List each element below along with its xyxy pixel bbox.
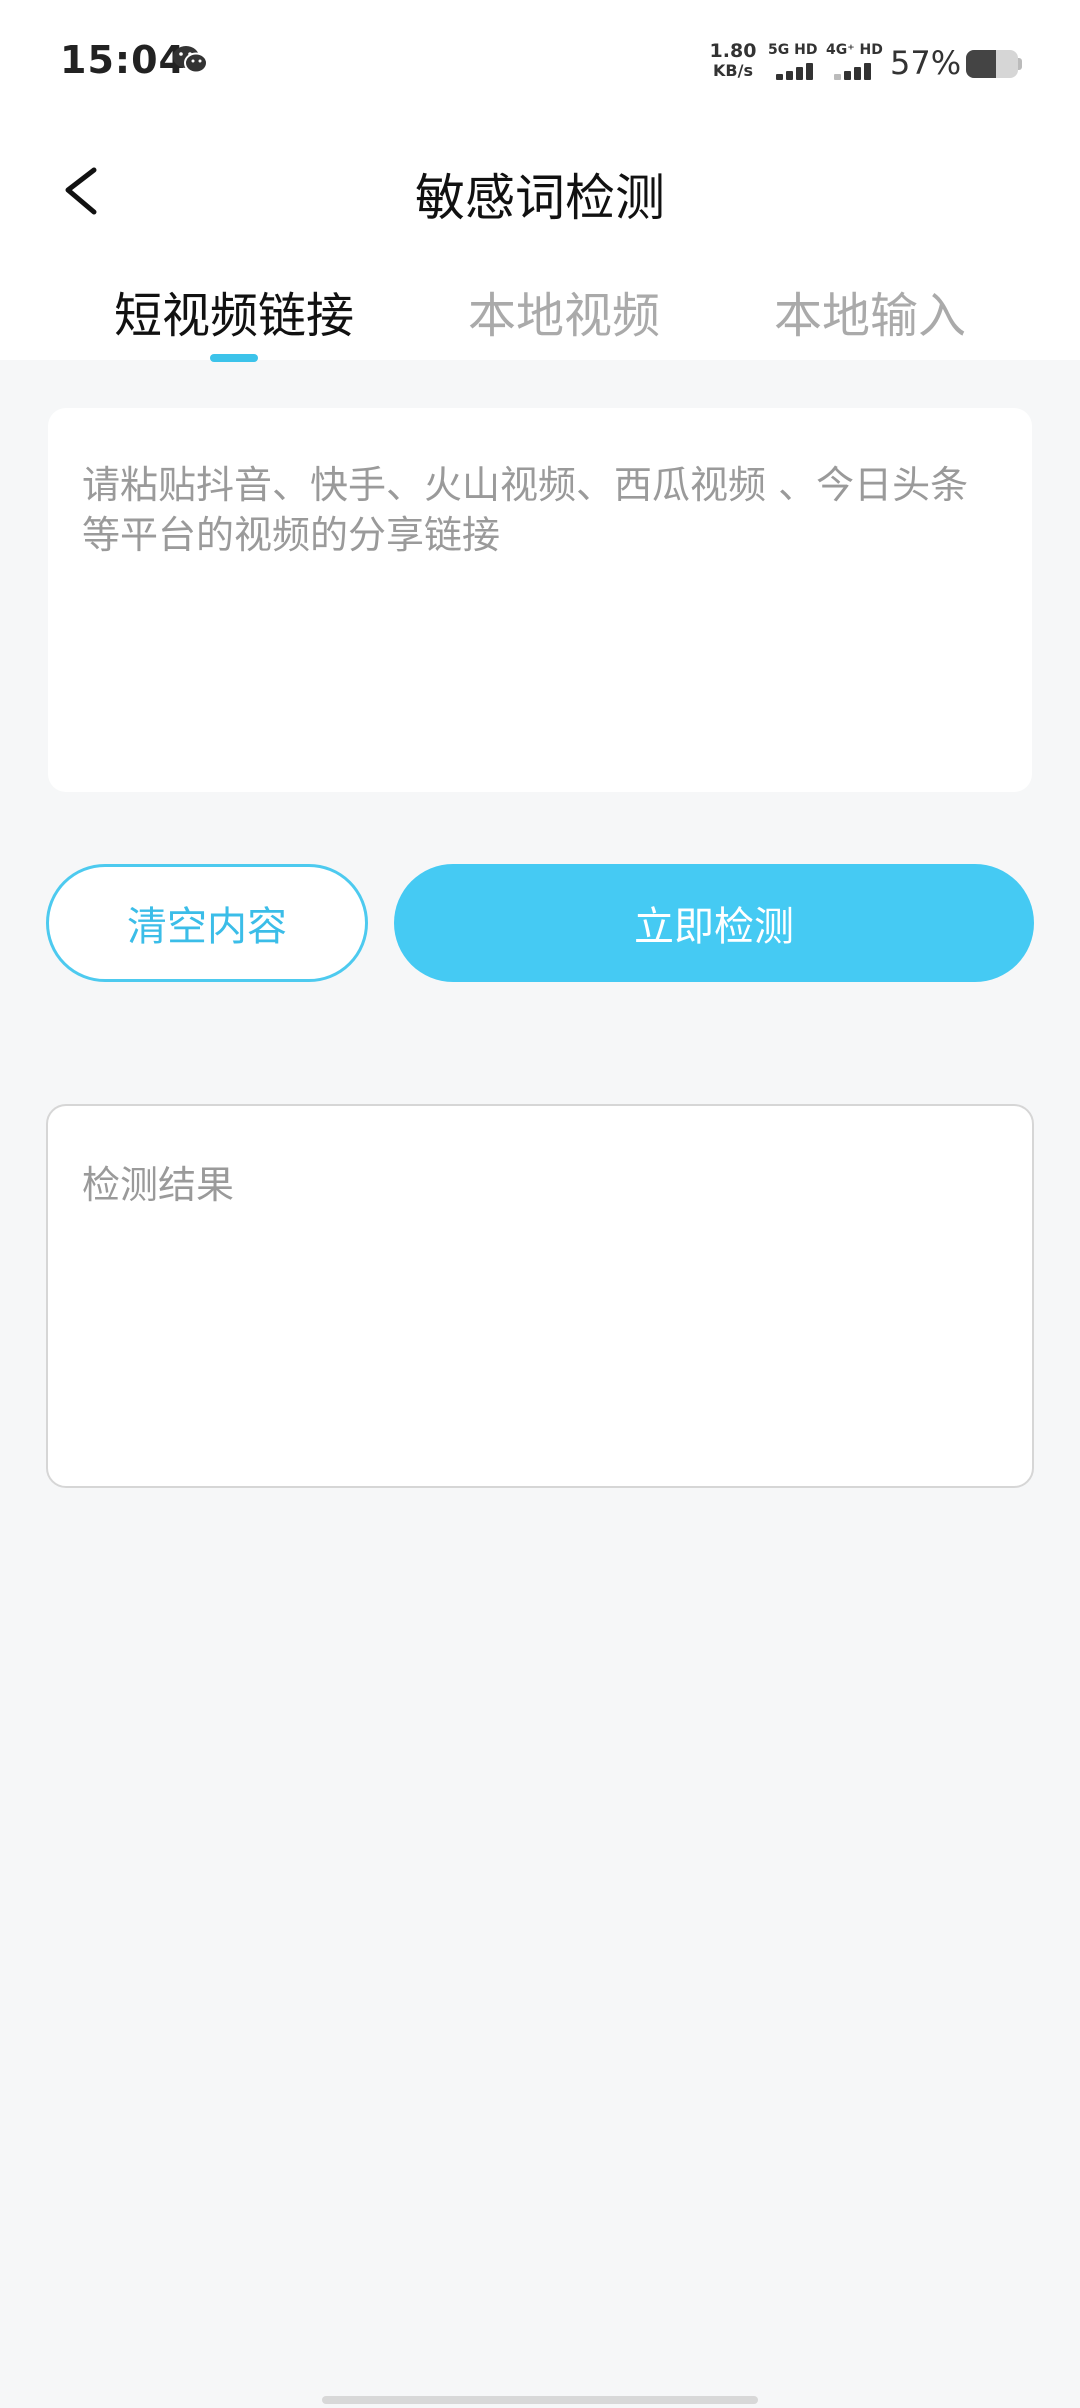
tab-local-video[interactable]: 本地视频 — [424, 276, 704, 346]
wechat-icon — [173, 46, 208, 74]
sim1-signal: 5G HD — [768, 42, 830, 82]
page-title: 敏感词检测 — [415, 169, 665, 227]
tab-short-video-link[interactable]: 短视频链接 — [94, 276, 374, 346]
detection-result-placeholder: 检测结果 — [82, 1163, 235, 1207]
battery-fill — [966, 50, 996, 78]
network-speed-unit: KB/s — [713, 61, 753, 80]
status-bar: 15:04 1.80 KB/s 5G HD 4G⁺ HD 57% — [0, 0, 1080, 130]
clear-content-button[interactable]: 清空内容 — [46, 864, 368, 982]
sim2-signal: 4G⁺ HD — [826, 42, 888, 82]
sim2-label: 4G⁺ HD — [826, 42, 883, 58]
network-speed: 1.80 KB/s — [708, 40, 758, 81]
battery-percent: 57% — [890, 44, 962, 82]
signal-bars-icon — [834, 62, 888, 80]
signal-bars-icon — [776, 62, 830, 80]
status-time: 15:04 — [60, 38, 186, 82]
battery-icon — [966, 50, 1018, 78]
link-input-placeholder: 请粘贴抖音、快手、火山视频、西瓜视频 、今日头条等平台的视频的分享链接 — [82, 463, 969, 557]
home-indicator[interactable] — [322, 2396, 758, 2404]
network-speed-value: 1.80 — [709, 40, 757, 62]
detect-now-button[interactable]: 立即检测 — [394, 864, 1034, 982]
tab-local-input[interactable]: 本地输入 — [730, 276, 1010, 346]
battery-cap — [1018, 58, 1022, 70]
sim1-label: 5G HD — [768, 42, 818, 58]
tab-indicator — [210, 354, 258, 362]
